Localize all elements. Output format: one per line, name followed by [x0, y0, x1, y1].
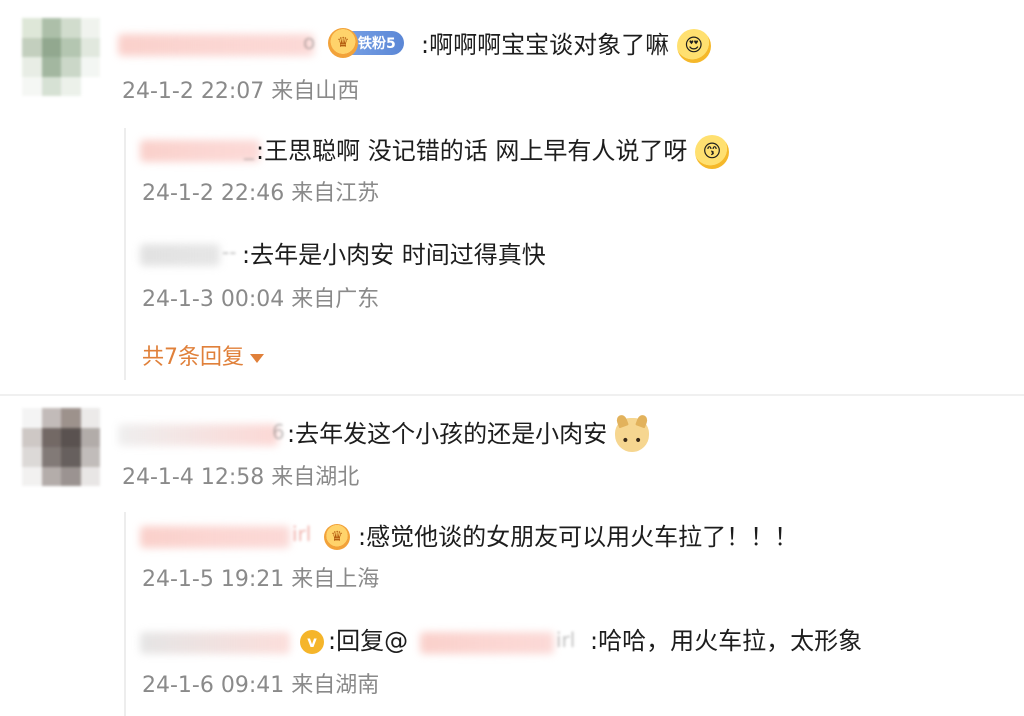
reply-mention-prefix: :回复@	[328, 627, 409, 655]
avatar[interactable]	[22, 408, 100, 486]
username-tail: o	[303, 30, 316, 54]
reply-text: :王思聪啊 没记错的话 网上早有人说了呀 😙	[256, 135, 729, 169]
username-blurred[interactable]	[118, 34, 314, 56]
kiss-emoji-icon: 😙	[694, 135, 729, 169]
reply-text: :去年是小肉安 时间过得真快	[242, 241, 546, 269]
username-tail: --	[222, 240, 237, 264]
reply-text: :哈哈，用火车拉，太形象	[590, 627, 863, 655]
crown-badge-icon: ♛	[324, 524, 350, 550]
more-replies-link[interactable]: 共7条回复	[142, 344, 264, 372]
reply-meta: 24-1-6 09:41 来自湖南	[142, 673, 380, 698]
username-tail: 6	[272, 420, 285, 444]
mention-username-blurred[interactable]	[420, 632, 554, 654]
reply-meta: 24-1-3 00:04 来自广东	[142, 287, 380, 312]
comment-meta: 24-1-2 22:07 来自山西	[122, 79, 360, 104]
fan-badge-label: 铁粉5	[358, 36, 396, 52]
username-tail: irl	[292, 522, 312, 546]
crown-icon: ♛	[328, 28, 358, 58]
caret-down-icon	[250, 353, 264, 363]
comment-text: :去年发这个小孩的还是小肉安 • •	[287, 418, 649, 452]
reply-thread-line	[124, 128, 126, 380]
verified-v-icon: v	[300, 630, 324, 654]
username-blurred[interactable]	[118, 424, 278, 446]
username-tail: _	[244, 136, 254, 160]
username-blurred[interactable]	[140, 632, 290, 654]
username-blurred[interactable]	[140, 244, 220, 266]
username-blurred[interactable]	[140, 140, 260, 162]
comment-meta: 24-1-4 12:58 来自湖北	[122, 465, 360, 490]
avatar[interactable]	[22, 18, 100, 96]
reply-meta: 24-1-5 19:21 来自上海	[142, 567, 380, 592]
reply-thread-line	[124, 512, 126, 716]
mention-tail: irl	[556, 628, 576, 652]
reply-text: :感觉他谈的女朋友可以用火车拉了！！！	[358, 523, 799, 551]
comment-text: :啊啊啊宝宝谈对象了嘛 😍	[421, 29, 711, 63]
username-blurred[interactable]	[140, 526, 290, 548]
reply-meta: 24-1-2 22:46 来自江苏	[142, 181, 380, 206]
doge-emoji-icon: • •	[614, 418, 649, 452]
heart-eyes-emoji-icon: 😍	[676, 29, 711, 63]
fan-badge[interactable]: ♛ 铁粉5	[328, 28, 404, 58]
comment-divider	[0, 394, 1024, 396]
